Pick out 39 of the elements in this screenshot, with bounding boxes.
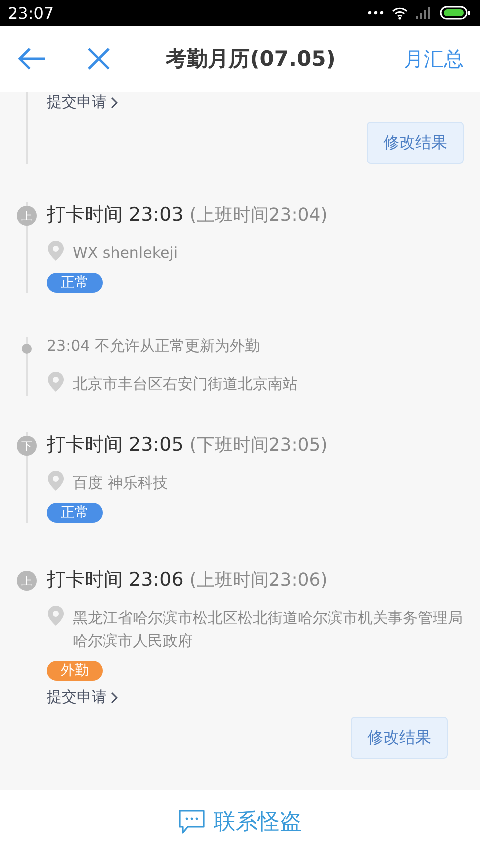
chevron-icon	[111, 96, 118, 108]
signal-icon	[416, 7, 432, 19]
status-time: 23:07	[8, 4, 54, 22]
timeline-dot	[22, 344, 32, 354]
scheduled-time: (上班时间23:04)	[190, 204, 328, 227]
punch-time: 打卡时间 23:03	[47, 203, 184, 228]
location-pin-icon	[47, 471, 65, 491]
shift-badge: 上	[17, 206, 37, 226]
contact-bar[interactable]: 联系怪盗	[0, 790, 480, 853]
wifi-icon	[392, 6, 408, 20]
submit-request-link[interactable]: 提交申请	[47, 688, 118, 707]
location-text: 百度 神乐科技	[73, 473, 168, 494]
shift-badge: 上	[17, 571, 37, 591]
modify-result-button[interactable]: 修改结果	[367, 122, 464, 164]
location-text: WX shenlekeji	[73, 243, 178, 264]
location-text: 黑龙江省哈尔滨市松北区松北街道哈尔滨市机关事务管理局哈尔滨市人民政府	[73, 608, 464, 652]
scheduled-time: (下班时间23:05)	[190, 434, 328, 457]
location-pin-icon	[47, 241, 65, 261]
shift-badge: 下	[17, 436, 37, 456]
scheduled-time: (上班时间23:06)	[190, 569, 328, 592]
status-tag: 外勤	[47, 661, 103, 681]
status-tag: 正常	[47, 503, 103, 523]
page-title: 考勤月历(07.05)	[164, 46, 337, 73]
monthly-summary-link[interactable]: 月汇总	[404, 46, 464, 72]
location-pin-icon	[47, 372, 65, 392]
close-icon[interactable]	[86, 46, 112, 72]
more-dots-icon	[368, 11, 384, 15]
chat-bubble-icon	[178, 808, 206, 834]
punch-time: 打卡时间 23:06	[47, 568, 184, 593]
modify-result-button[interactable]: 修改结果	[351, 717, 448, 759]
submit-request-link[interactable]: 提交申请	[47, 93, 118, 112]
location-pin-icon	[47, 606, 65, 626]
contact-label: 联系怪盗	[214, 808, 302, 836]
status-tag: 正常	[47, 273, 103, 293]
battery-icon	[440, 6, 470, 20]
note-text: 23:04 不允许从正常更新为外勤	[47, 337, 261, 357]
punch-time: 打卡时间 23:05	[47, 433, 184, 458]
chevron-icon	[111, 692, 118, 704]
location-text: 北京市丰台区右安门街道北京南站	[73, 374, 298, 395]
